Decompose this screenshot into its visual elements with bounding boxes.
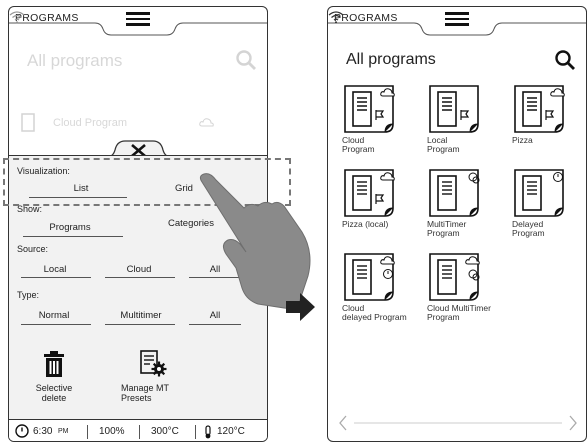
- chevron-left-icon[interactable]: [339, 415, 347, 431]
- program-icon: [429, 85, 479, 133]
- top-bar: PROGRAMS: [328, 7, 586, 37]
- option-underline: [23, 236, 123, 237]
- pager: [339, 415, 577, 431]
- program-tile[interactable]: Cloud delayed Program: [338, 252, 428, 322]
- program-tile[interactable]: Pizza: [508, 84, 586, 154]
- program-icon: [429, 169, 480, 217]
- pointing-hand-icon: [199, 173, 311, 309]
- status-oven-temp: 300°C: [151, 426, 179, 437]
- program-tile[interactable]: Local Program: [423, 84, 513, 154]
- option-underline: [105, 277, 175, 278]
- program-tile-label: Delayed Program: [512, 219, 545, 238]
- search-icon[interactable]: [554, 49, 576, 71]
- program-tile-label: Cloud MultiTimer Program: [427, 303, 491, 322]
- program-icon: [514, 85, 565, 133]
- search-icon[interactable]: [235, 49, 257, 71]
- program-icon: [344, 85, 395, 133]
- type-multitimer-option[interactable]: Multitimer: [109, 310, 173, 321]
- probe-icon: [205, 425, 211, 439]
- clock-icon: [15, 424, 29, 438]
- selective-delete-label: Selective delete: [35, 383, 73, 403]
- type-label: Type:: [17, 290, 40, 300]
- list-item-label: Cloud Program: [53, 117, 127, 129]
- program-tile-label: Cloud Program: [342, 135, 375, 154]
- type-normal-option[interactable]: Normal: [25, 310, 83, 321]
- selective-delete-button[interactable]: Selective delete: [19, 350, 89, 403]
- option-underline: [21, 324, 91, 325]
- program-icon: [344, 253, 395, 301]
- menu-icon[interactable]: [126, 12, 150, 26]
- program-icon: [344, 169, 395, 217]
- trash-icon: [44, 351, 64, 377]
- program-tile-label: Local Program: [427, 135, 460, 154]
- option-underline: [105, 324, 175, 325]
- page-title: All programs: [346, 51, 436, 68]
- program-icon: [514, 169, 564, 217]
- programs-grid-screen: PROGRAMS All programs Cloud Program Local…: [327, 6, 587, 442]
- chevron-right-icon[interactable]: [569, 415, 577, 431]
- status-time: 6:30: [33, 426, 53, 437]
- program-tile-label: Cloud delayed Program: [342, 303, 407, 322]
- program-tile-label: MultiTimer Program: [427, 219, 467, 238]
- manage-mt-presets-label: Manage MT Presets: [121, 383, 170, 403]
- program-tile[interactable]: Cloud MultiTimer Program: [423, 252, 513, 322]
- program-icon: [21, 113, 35, 132]
- status-percent: 100%: [99, 426, 125, 437]
- page-title: All programs: [27, 51, 123, 70]
- arrow-right-icon: [286, 293, 315, 321]
- program-tile[interactable]: MultiTimer Program: [423, 168, 513, 238]
- status-bar: 6:30 PM 100% 300°C 120°C: [9, 419, 267, 441]
- status-probe-temp: 120°C: [217, 426, 245, 437]
- wifi-icon: [9, 11, 25, 24]
- program-tile[interactable]: Pizza (local): [338, 168, 428, 238]
- source-label: Source:: [17, 244, 49, 254]
- top-bar: PROGRAMS: [9, 7, 267, 37]
- program-tile[interactable]: Delayed Program: [508, 168, 586, 238]
- program-tile-label: Pizza: [512, 135, 533, 145]
- show-programs-option[interactable]: Programs: [31, 222, 109, 233]
- wifi-icon: [328, 11, 344, 24]
- program-tile[interactable]: Cloud Program: [338, 84, 428, 154]
- source-local-option[interactable]: Local: [29, 264, 81, 275]
- source-cloud-option[interactable]: Cloud: [113, 264, 165, 275]
- status-ampm: PM: [58, 428, 69, 435]
- program-icon: [429, 253, 480, 301]
- option-underline: [189, 324, 241, 325]
- cloud-icon: [199, 118, 214, 127]
- settings-document-icon: [140, 350, 167, 377]
- program-tile-label: Pizza (local): [342, 219, 389, 229]
- manage-mt-presets-button[interactable]: Manage MT Presets: [113, 350, 193, 403]
- option-underline: [21, 277, 91, 278]
- menu-icon[interactable]: [445, 12, 469, 26]
